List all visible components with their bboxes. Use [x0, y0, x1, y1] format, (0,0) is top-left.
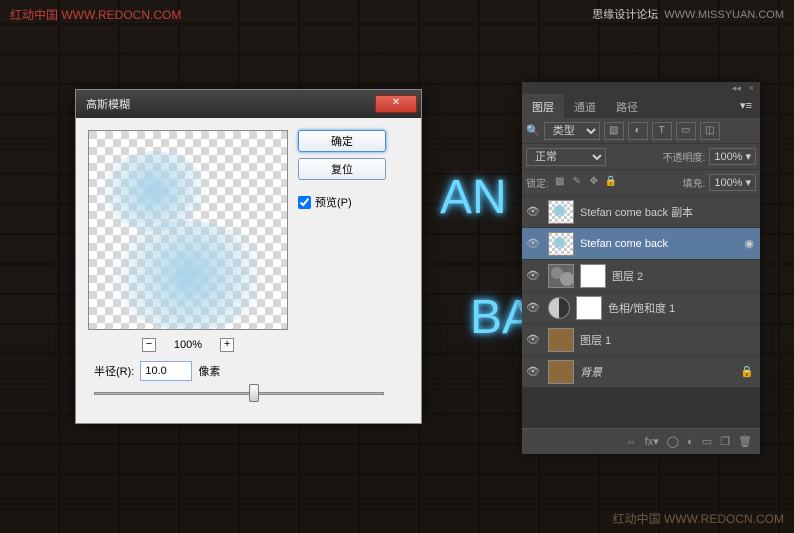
layer-row[interactable]: 👁 图层 2	[522, 260, 760, 292]
layer-name[interactable]: 色相/饱和度 1	[608, 300, 758, 316]
radius-slider[interactable]	[94, 385, 384, 401]
fx-icon[interactable]: fx▾	[645, 435, 659, 448]
lock-all-icon[interactable]: 🔒	[604, 176, 618, 190]
slider-thumb[interactable]	[249, 384, 259, 402]
radius-label: 半径(R):	[94, 363, 134, 379]
adjustment-icon[interactable]	[548, 297, 570, 319]
filter-image-icon[interactable]: ▧	[604, 122, 624, 140]
layer-row[interactable]: 👁 Stefan come back 副本	[522, 196, 760, 228]
lock-paint-icon[interactable]: ✎	[570, 176, 584, 190]
layers-panel: ◂◂ × 图层 通道 路径 ▾≡ 🔍 类型 ▧ ◐ T ▭ ◫ 正常 不透明度:…	[522, 82, 760, 454]
layer-name[interactable]: Stefan come back 副本	[580, 204, 758, 220]
gaussian-blur-dialog: 高斯模糊 ✕ − 100% + 确定 复位 预览(P) 半径(R): 像素	[75, 89, 422, 424]
lock-transparency-icon[interactable]: ▩	[553, 176, 567, 190]
layer-name[interactable]: 图层 2	[612, 268, 758, 284]
visibility-icon[interactable]: 👁	[524, 301, 542, 314]
search-icon: 🔍	[526, 124, 540, 137]
dialog-title: 高斯模糊	[86, 96, 375, 112]
visibility-icon[interactable]: 👁	[524, 205, 542, 218]
fill-label: 填充:	[683, 175, 706, 190]
link-layers-icon[interactable]: ⇔	[626, 436, 637, 448]
layer-row[interactable]: 👁 背景 🔒	[522, 356, 760, 388]
tab-channels[interactable]: 通道	[564, 94, 606, 118]
visibility-icon[interactable]: 👁	[524, 365, 542, 378]
layers-empty-area	[522, 388, 760, 428]
close-button[interactable]: ✕	[375, 95, 417, 113]
zoom-level: 100%	[174, 339, 202, 351]
preview-content	[109, 221, 269, 330]
preview-checkbox[interactable]	[298, 196, 311, 209]
layer-name[interactable]: 图层 1	[580, 332, 758, 348]
preview-area[interactable]	[88, 130, 288, 330]
watermark-top-right: 思缘设计论坛WWW.MISSYUAN.COM	[592, 6, 784, 22]
opacity-label: 不透明度:	[663, 149, 706, 164]
watermark-bottom-right: 红动中国 WWW.REDOCN.COM	[613, 510, 784, 527]
preview-checkbox-row[interactable]: 预览(P)	[298, 194, 386, 210]
slider-track	[94, 392, 384, 395]
layer-thumbnail[interactable]	[548, 232, 574, 256]
filter-shape-icon[interactable]: ▭	[676, 122, 696, 140]
lock-position-icon[interactable]: ✥	[587, 176, 601, 190]
opacity-input[interactable]: 100%▾	[709, 148, 756, 165]
layer-row[interactable]: 👁 图层 1	[522, 324, 760, 356]
add-mask-icon[interactable]: ◯	[667, 435, 679, 448]
radius-unit: 像素	[198, 363, 220, 379]
layer-mask-thumbnail[interactable]	[576, 296, 602, 320]
layer-thumbnail[interactable]	[548, 360, 574, 384]
neon-text-1: AN	[440, 170, 507, 225]
layer-name[interactable]: Stefan come back	[580, 238, 734, 250]
preview-label: 预览(P)	[315, 194, 352, 210]
panel-menu-icon[interactable]: ▾≡	[732, 94, 760, 118]
close-panel-icon[interactable]: ×	[749, 83, 754, 93]
reset-button[interactable]: 复位	[298, 158, 386, 180]
lock-icon: 🔒	[736, 365, 758, 378]
filter-text-icon[interactable]: T	[652, 122, 672, 140]
filter-adjust-icon[interactable]: ◐	[628, 122, 648, 140]
tab-paths[interactable]: 路径	[606, 94, 648, 118]
radius-input[interactable]	[140, 361, 192, 381]
fill-input[interactable]: 100%▾	[709, 174, 756, 191]
filter-smart-icon[interactable]: ◫	[700, 122, 720, 140]
new-layer-icon[interactable]: ❐	[720, 435, 730, 448]
layer-name[interactable]: 背景	[580, 364, 730, 380]
collapse-icon[interactable]: ◂◂	[732, 83, 741, 94]
dialog-titlebar[interactable]: 高斯模糊 ✕	[76, 90, 421, 118]
delete-layer-icon[interactable]: 🗑	[738, 435, 752, 448]
visibility-icon[interactable]: 👁	[524, 269, 542, 282]
watermark-top-left: 红动中国 WWW.REDOCN.COM	[10, 6, 181, 23]
layer-thumbnail[interactable]	[548, 328, 574, 352]
zoom-out-button[interactable]: −	[142, 338, 156, 352]
preview-content	[99, 151, 209, 231]
new-group-icon[interactable]: ▭	[702, 435, 712, 448]
tab-layers[interactable]: 图层	[522, 94, 564, 118]
ok-button[interactable]: 确定	[298, 130, 386, 152]
visibility-icon[interactable]: 👁	[524, 237, 542, 250]
blend-mode-select[interactable]: 正常	[526, 148, 606, 166]
filter-effect-icon[interactable]: ◉	[740, 237, 758, 250]
zoom-in-button[interactable]: +	[220, 338, 234, 352]
layer-mask-thumbnail[interactable]	[580, 264, 606, 288]
layer-thumbnail[interactable]	[548, 200, 574, 224]
layer-thumbnail[interactable]	[548, 264, 574, 288]
layer-row[interactable]: 👁 Stefan come back ◉	[522, 228, 760, 260]
filter-type-select[interactable]: 类型	[544, 122, 600, 140]
layer-row[interactable]: 👁 色相/饱和度 1	[522, 292, 760, 324]
lock-label: 锁定:	[526, 175, 549, 190]
visibility-icon[interactable]: 👁	[524, 333, 542, 346]
new-adjustment-icon[interactable]: ◐	[687, 436, 694, 448]
